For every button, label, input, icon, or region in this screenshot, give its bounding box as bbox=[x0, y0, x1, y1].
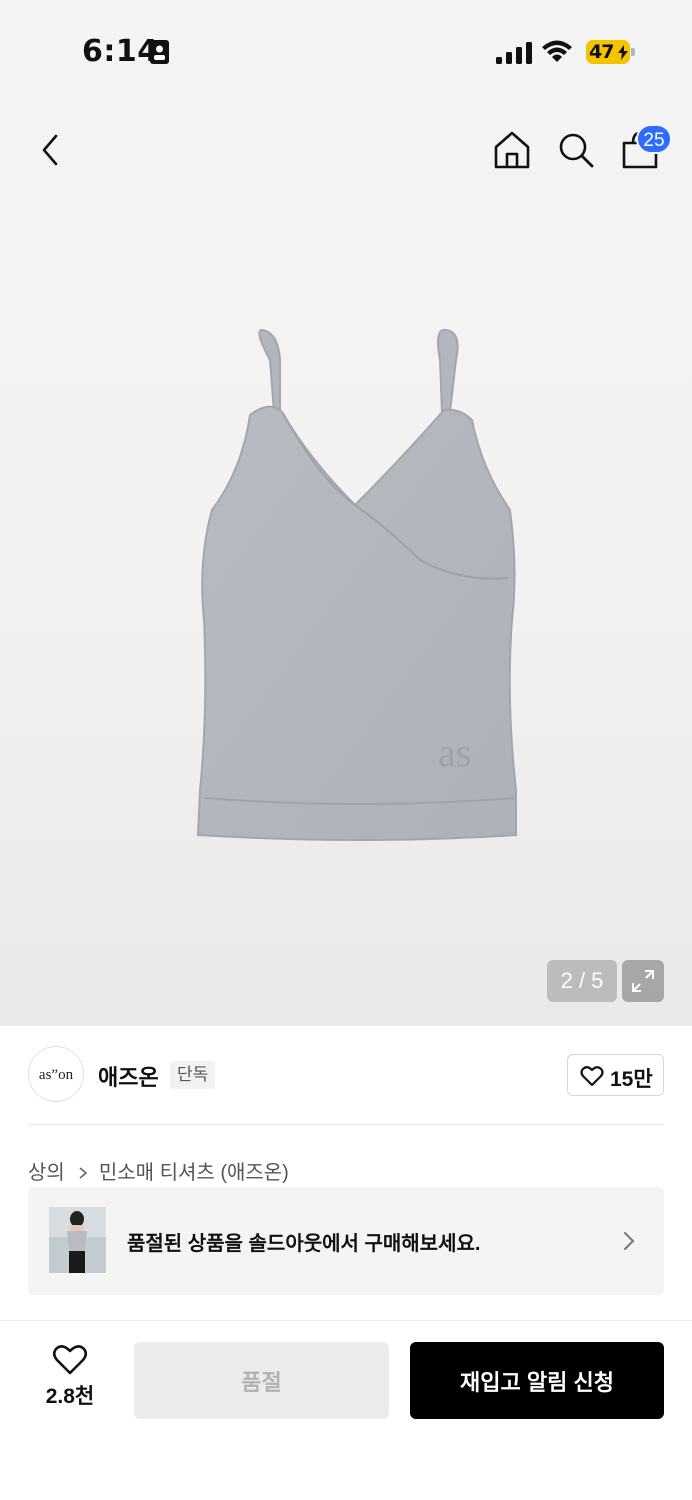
heart-icon bbox=[580, 1066, 604, 1087]
search-icon[interactable] bbox=[556, 130, 596, 170]
brand-logo[interactable]: as”on bbox=[28, 1046, 84, 1102]
product-print: as bbox=[438, 730, 471, 775]
wish-button[interactable]: 2.8천 bbox=[40, 1344, 100, 1414]
battery-percent: 47 bbox=[589, 41, 614, 63]
brand-like-button[interactable]: 15만 bbox=[567, 1054, 664, 1096]
breadcrumb-subcategory[interactable]: 민소매 티셔츠 (애즈온) bbox=[99, 1162, 289, 1184]
wish-count: 2.8천 bbox=[45, 1385, 95, 1408]
brand-name[interactable]: 애즈온 bbox=[98, 1060, 159, 1092]
back-icon[interactable] bbox=[30, 128, 70, 172]
cart-count-badge: 25 bbox=[636, 124, 672, 154]
exclusive-tag: 단독 bbox=[170, 1061, 216, 1089]
battery-icon: 47 bbox=[586, 40, 636, 64]
restock-alert-button[interactable]: 재입고 알림 신청 bbox=[410, 1342, 664, 1419]
image-counter: 2 / 5 bbox=[547, 960, 617, 1002]
status-time: 6:14 bbox=[82, 34, 159, 69]
banner-thumbnail bbox=[49, 1207, 106, 1273]
status-bar: 6:14 47 bbox=[0, 0, 692, 100]
divider bbox=[28, 1124, 664, 1125]
product-image: as bbox=[196, 328, 517, 841]
id-card-icon bbox=[150, 40, 169, 64]
breadcrumb-category[interactable]: 상의 bbox=[28, 1162, 65, 1184]
wifi-icon bbox=[542, 40, 572, 62]
banner-text: 품절된 상품을 솔드아웃에서 구매해보세요. bbox=[127, 1233, 481, 1255]
soldout-button[interactable]: 품절 bbox=[134, 1342, 389, 1419]
brand-like-count: 15만 bbox=[610, 1068, 653, 1091]
home-icon[interactable] bbox=[492, 130, 532, 170]
breadcrumb: 상의 민소매 티셔츠 (애즈온) bbox=[28, 1156, 289, 1185]
heart-icon bbox=[52, 1345, 88, 1375]
chevron-right-icon bbox=[624, 1232, 635, 1250]
signal-icon bbox=[496, 42, 532, 64]
chevron-right-icon bbox=[79, 1167, 88, 1179]
expand-icon[interactable] bbox=[622, 960, 664, 1002]
soldout-banner[interactable]: 품절된 상품을 솔드아웃에서 구매해보세요. bbox=[28, 1187, 664, 1295]
charging-bolt-icon bbox=[618, 45, 628, 60]
